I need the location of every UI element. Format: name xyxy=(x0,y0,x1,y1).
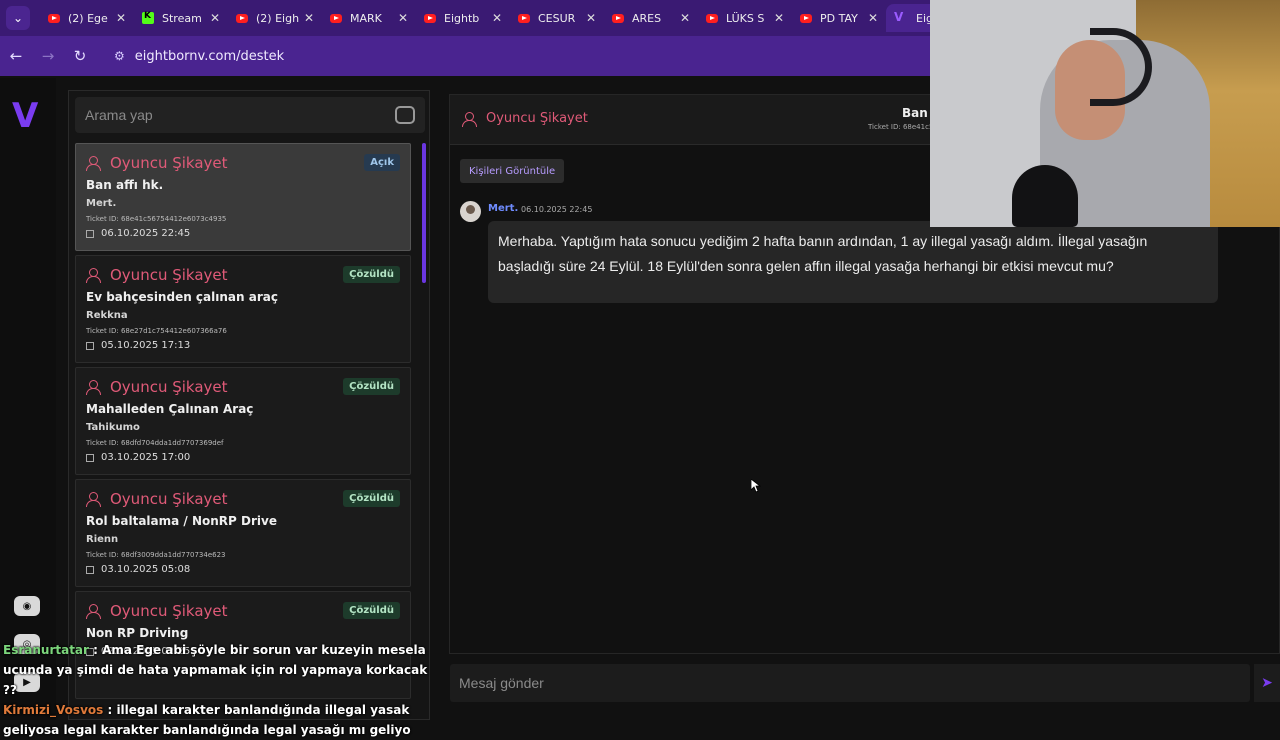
ticket-user: Rienn xyxy=(86,534,119,545)
ticket-card[interactable]: Oyuncu Şikayet Çözüldü Mahalleden Çalına… xyxy=(75,367,411,475)
youtube-icon xyxy=(518,13,530,23)
user-alert-icon xyxy=(462,111,478,127)
calendar-icon xyxy=(86,341,94,350)
reload-icon[interactable]: ↻ xyxy=(64,47,96,65)
youtube-icon xyxy=(330,13,342,23)
browser-tab[interactable]: (2) Ege ✕ xyxy=(40,4,134,32)
ticket-card[interactable]: Oyuncu Şikayet Çözüldü Ev bahçesinden ça… xyxy=(75,255,411,363)
message-input[interactable] xyxy=(459,675,1219,691)
close-icon[interactable]: ✕ xyxy=(304,11,314,25)
stream-chat-overlay: Esranurtatar : Ama Ege abi şöyle bir sor… xyxy=(3,640,443,740)
ticket-list-panel: Oyuncu Şikayet Açık Ban affı hk. Mert. T… xyxy=(68,90,430,720)
url-text: eightbornv.com/destek xyxy=(134,48,285,64)
compose-box[interactable] xyxy=(450,664,1250,702)
chat-username: Esranurtatar xyxy=(3,643,89,657)
user-alert-icon xyxy=(86,156,102,171)
search-box[interactable] xyxy=(75,97,425,133)
ticket-title: Non RP Driving xyxy=(86,626,189,640)
ticket-card[interactable]: Oyuncu Şikayet Çözüldü Rol baltalama / N… xyxy=(75,479,411,587)
browser-tab[interactable]: CESUR ✕ xyxy=(510,4,604,32)
ticket-id: Ticket ID: 68dfd704dda1dd7707369def xyxy=(86,439,224,447)
message-time: 06.10.2025 22:45 xyxy=(521,205,593,214)
view-people-button[interactable]: Kişileri Görüntüle xyxy=(460,159,565,183)
youtube-icon xyxy=(48,13,60,23)
ticket-id: Ticket ID: 68e41c56754412e6073c4935 xyxy=(86,215,227,223)
ticket-user: Mert. xyxy=(86,198,117,209)
ticket-id: Ticket ID: 68df3009dda1dd770734e623 xyxy=(86,551,226,559)
discord-icon[interactable]: ◉ xyxy=(14,596,40,616)
youtube-icon xyxy=(236,13,248,23)
status-badge: Çözüldü xyxy=(343,378,400,395)
ticket-date: 03.10.2025 05:08 xyxy=(86,564,400,575)
ticket-title: Rol baltalama / NonRP Drive xyxy=(86,514,277,528)
user-alert-icon xyxy=(86,380,102,395)
status-badge: Açık xyxy=(364,154,400,171)
search-input[interactable] xyxy=(85,107,385,123)
microphone-icon xyxy=(1012,165,1078,227)
ticket-category: Oyuncu Şikayet xyxy=(86,154,400,172)
ticket-title: Mahalleden Çalınan Araç xyxy=(86,402,254,416)
eightborn-icon xyxy=(894,10,908,24)
browser-tab[interactable]: (2) Eigh ✕ xyxy=(228,4,322,32)
browser-tab[interactable]: ARES ✕ xyxy=(604,4,698,32)
avatar xyxy=(460,201,481,222)
site-settings-icon[interactable]: ⚙ xyxy=(114,49,125,63)
close-icon[interactable]: ✕ xyxy=(680,11,690,25)
message-author[interactable]: Mert. xyxy=(488,203,518,214)
close-icon[interactable]: ✕ xyxy=(398,11,408,25)
user-alert-icon xyxy=(86,492,102,507)
filter-icon[interactable] xyxy=(395,106,415,124)
close-icon[interactable]: ✕ xyxy=(774,11,784,25)
forward-arrow-icon[interactable]: → xyxy=(32,47,64,65)
chat-category: Oyuncu Şikayet xyxy=(462,111,588,127)
browser-tab[interactable]: Eightb ✕ xyxy=(416,4,510,32)
youtube-icon xyxy=(706,13,718,23)
user-alert-icon xyxy=(86,268,102,283)
status-badge: Çözüldü xyxy=(343,490,400,507)
close-icon[interactable]: ✕ xyxy=(492,11,502,25)
close-icon[interactable]: ✕ xyxy=(868,11,878,25)
list-scrollbar[interactable] xyxy=(422,143,426,283)
ticket-user: Rekkna xyxy=(86,310,128,321)
left-rail: V ◉ ◎ ▶ xyxy=(0,78,56,720)
calendar-icon xyxy=(86,565,94,574)
kick-icon xyxy=(142,11,154,24)
eightborn-logo[interactable]: V xyxy=(12,96,38,136)
youtube-icon xyxy=(612,13,624,23)
youtube-icon xyxy=(424,13,436,23)
status-badge: Çözüldü xyxy=(343,266,400,283)
mouse-cursor-icon xyxy=(751,479,761,493)
chat-username: Kirmizi_Vosvos xyxy=(3,703,104,717)
user-alert-icon xyxy=(86,604,102,619)
webcam-overlay xyxy=(930,0,1280,227)
browser-tab[interactable]: PD TAY ✕ xyxy=(792,4,886,32)
message-bubble: Merhaba. Yaptığım hata sonucu yediğim 2 … xyxy=(488,221,1218,303)
youtube-icon xyxy=(800,13,812,23)
chat-line: Esranurtatar : Ama Ege abi şöyle bir sor… xyxy=(3,640,443,700)
tab-search-chevron-icon[interactable]: ⌄ xyxy=(6,6,30,30)
calendar-icon xyxy=(86,453,94,462)
ticket-date: 03.10.2025 17:00 xyxy=(86,452,400,463)
ticket-id: Ticket ID: 68e27d1c754412e607366a76 xyxy=(86,327,227,335)
close-icon[interactable]: ✕ xyxy=(116,11,126,25)
chat-line: Kirmizi_Vosvos : illegal karakter banlan… xyxy=(3,700,443,740)
ticket-date: 05.10.2025 17:13 xyxy=(86,340,400,351)
back-arrow-icon[interactable]: ← xyxy=(0,47,32,65)
send-icon[interactable]: ➤ xyxy=(1254,664,1280,702)
calendar-icon xyxy=(86,229,94,238)
status-badge: Çözüldü xyxy=(343,602,400,619)
ticket-title: Ban affı hk. xyxy=(86,178,164,192)
chat-ticket-id: Ticket ID: 68e41c5 xyxy=(868,123,934,131)
ticket-date: 06.10.2025 22:45 xyxy=(86,228,400,239)
close-icon[interactable]: ✕ xyxy=(586,11,596,25)
close-icon[interactable]: ✕ xyxy=(210,11,220,25)
browser-tab[interactable]: MARK ✕ xyxy=(322,4,416,32)
ticket-title: Ev bahçesinden çalınan araç xyxy=(86,290,278,304)
ticket-card[interactable]: Oyuncu Şikayet Açık Ban affı hk. Mert. T… xyxy=(75,143,411,251)
browser-tab[interactable]: LÜKS S ✕ xyxy=(698,4,792,32)
browser-tab[interactable]: Stream✕ xyxy=(134,4,228,32)
ticket-user: Tahikumo xyxy=(86,422,140,433)
